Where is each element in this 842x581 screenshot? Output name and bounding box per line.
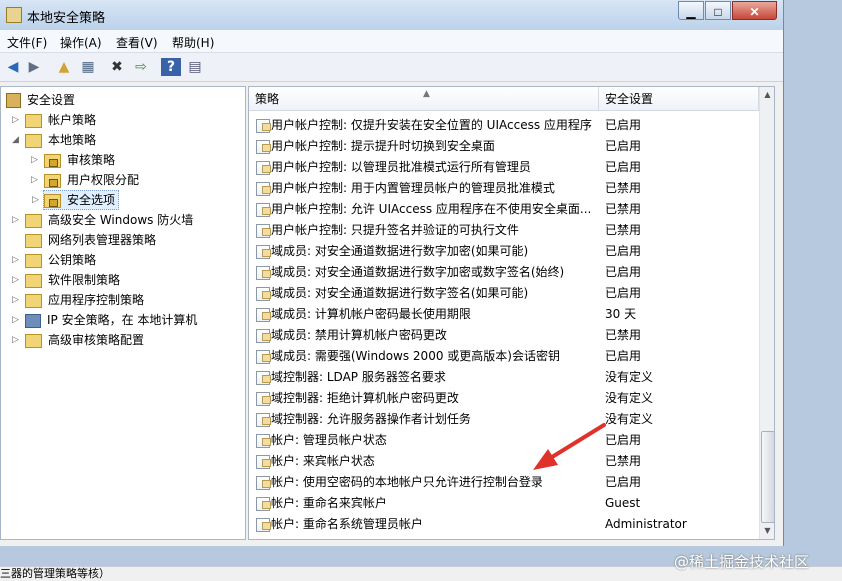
arrow-shaft [542,423,606,464]
arrow-head-icon [533,449,558,470]
annotation-arrow [533,423,606,470]
watermark: @稀土掘金技术社区 [674,553,810,571]
